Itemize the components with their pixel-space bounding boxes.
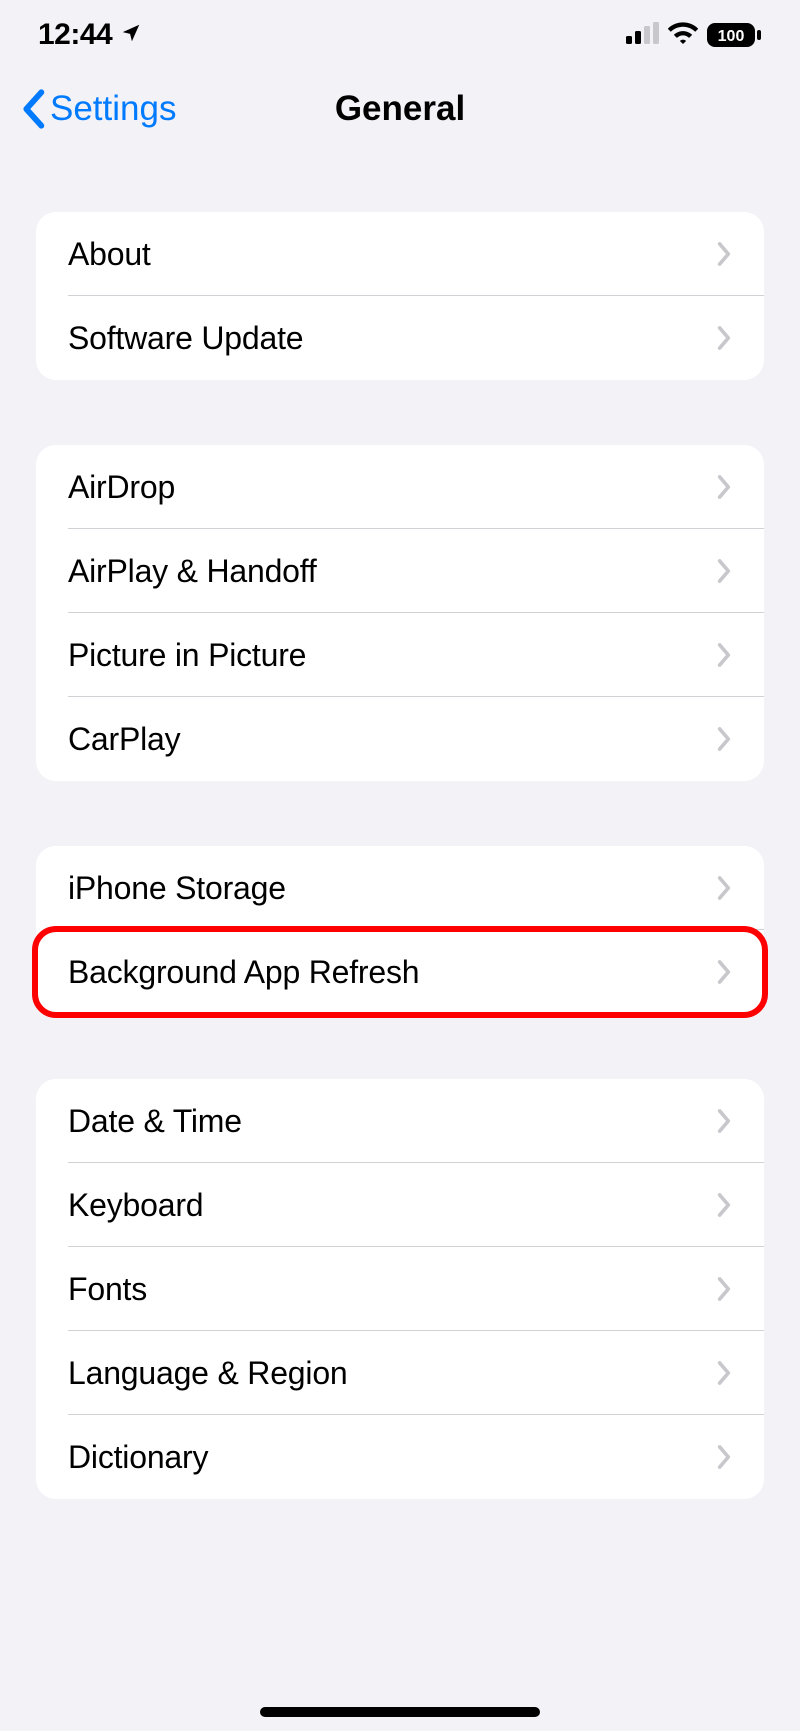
status-left: 12:44 (38, 18, 142, 52)
row-label: Background App Refresh (68, 954, 419, 991)
home-indicator[interactable] (260, 1707, 540, 1717)
chevron-right-icon (716, 875, 732, 901)
row-software-update[interactable]: Software Update (36, 296, 764, 380)
cellular-signal-icon (626, 22, 660, 49)
row-picture-in-picture[interactable]: Picture in Picture (36, 613, 764, 697)
row-label: Dictionary (68, 1439, 208, 1476)
chevron-right-icon (716, 959, 732, 985)
row-fonts[interactable]: Fonts (36, 1247, 764, 1331)
row-label: AirDrop (68, 469, 175, 506)
battery-icon: 100 (706, 22, 762, 48)
settings-group: Date & Time Keyboard Fonts Language & Re… (36, 1079, 764, 1499)
chevron-right-icon (716, 1444, 732, 1470)
chevron-right-icon (716, 558, 732, 584)
chevron-left-icon (20, 89, 46, 129)
row-keyboard[interactable]: Keyboard (36, 1163, 764, 1247)
row-label: Picture in Picture (68, 637, 306, 674)
chevron-right-icon (716, 1108, 732, 1134)
row-language-region[interactable]: Language & Region (36, 1331, 764, 1415)
row-label: Software Update (68, 320, 303, 357)
settings-group: iPhone Storage Background App Refresh (36, 846, 764, 1014)
status-time: 12:44 (38, 18, 112, 52)
row-background-app-refresh[interactable]: Background App Refresh (36, 930, 764, 1014)
row-label: Keyboard (68, 1187, 203, 1224)
page-title: General (335, 89, 465, 129)
row-label: Language & Region (68, 1355, 348, 1392)
settings-group: About Software Update (36, 212, 764, 380)
chevron-right-icon (716, 474, 732, 500)
row-label: CarPlay (68, 721, 180, 758)
chevron-right-icon (716, 325, 732, 351)
chevron-right-icon (716, 642, 732, 668)
chevron-right-icon (716, 1276, 732, 1302)
status-bar: 12:44 100 (0, 0, 800, 60)
navigation-bar: Settings General (0, 60, 800, 150)
row-label: About (68, 236, 151, 273)
row-label: iPhone Storage (68, 870, 286, 907)
row-label: Date & Time (68, 1103, 242, 1140)
row-airdrop[interactable]: AirDrop (36, 445, 764, 529)
row-about[interactable]: About (36, 212, 764, 296)
settings-group: AirDrop AirPlay & Handoff Picture in Pic… (36, 445, 764, 781)
row-iphone-storage[interactable]: iPhone Storage (36, 846, 764, 930)
chevron-right-icon (716, 241, 732, 267)
row-label: AirPlay & Handoff (68, 553, 317, 590)
battery-percent-text: 100 (718, 28, 745, 45)
status-right: 100 (626, 22, 762, 49)
back-button-label: Settings (50, 89, 176, 129)
back-button[interactable]: Settings (20, 89, 176, 129)
settings-content: About Software Update AirDrop AirPlay & … (0, 150, 800, 1499)
row-date-time[interactable]: Date & Time (36, 1079, 764, 1163)
row-label: Fonts (68, 1271, 147, 1308)
row-dictionary[interactable]: Dictionary (36, 1415, 764, 1499)
row-airplay-handoff[interactable]: AirPlay & Handoff (36, 529, 764, 613)
chevron-right-icon (716, 1192, 732, 1218)
chevron-right-icon (716, 1360, 732, 1386)
row-carplay[interactable]: CarPlay (36, 697, 764, 781)
location-arrow-icon (120, 22, 142, 49)
wifi-icon (668, 22, 698, 49)
chevron-right-icon (716, 726, 732, 752)
